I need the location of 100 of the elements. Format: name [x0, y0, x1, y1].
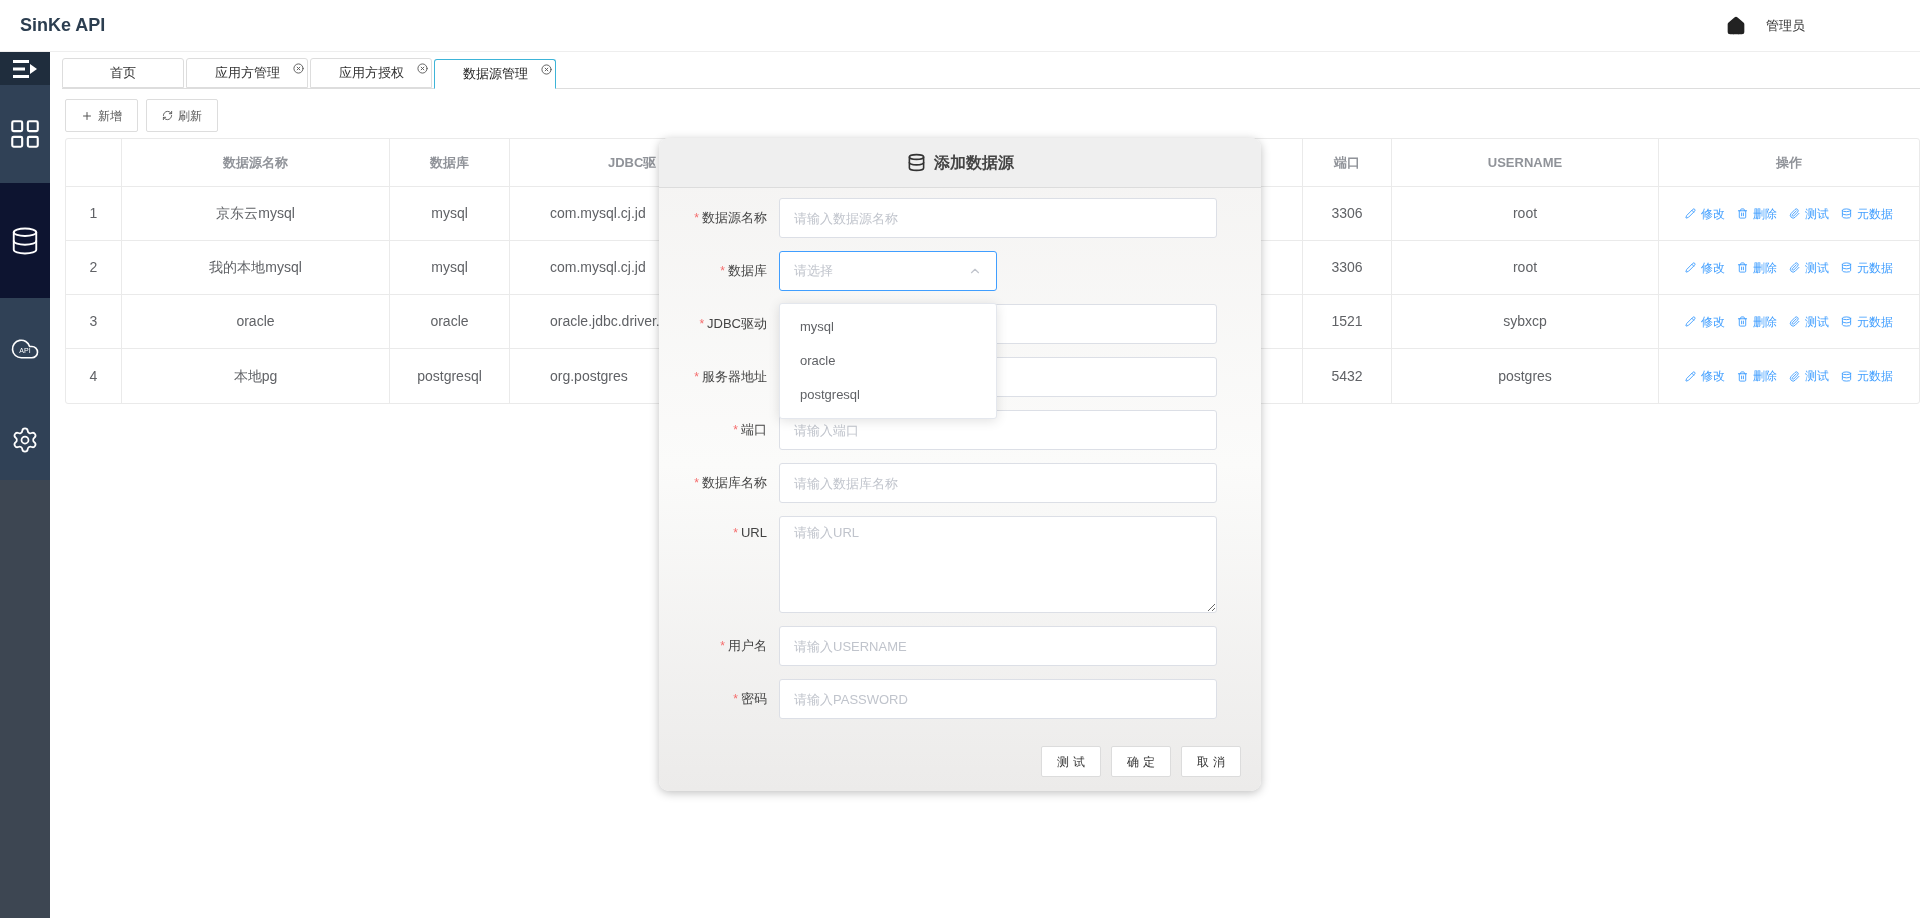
field-label: 数据库 [728, 262, 767, 281]
tab[interactable]: 应用方授权 [310, 58, 432, 88]
pencil-icon [1685, 262, 1696, 273]
dropdown-option[interactable]: mysql [780, 310, 996, 344]
input-field[interactable]: 请输入USERNAME [779, 626, 1217, 666]
table-cell-text: 2 [89, 258, 98, 277]
column-header: 数据源名称 [223, 153, 288, 172]
table-cell-text: 3 [89, 312, 98, 331]
tab[interactable]: 数据源管理 [434, 59, 556, 89]
plus-icon [81, 109, 93, 122]
action-link[interactable]: 元数据 [1841, 204, 1893, 223]
sidebar-item[interactable] [0, 85, 50, 183]
field-label: 端口 [741, 421, 767, 440]
toolbar-button[interactable]: 刷新 [146, 99, 218, 132]
trash-icon [1737, 370, 1748, 382]
column-header: 数据库 [430, 153, 469, 172]
field-label: 密码 [741, 690, 767, 709]
field-label: 用户名 [728, 637, 767, 656]
refresh-icon [162, 110, 173, 121]
required-mark: * [694, 369, 699, 386]
action-link[interactable]: 修改 [1685, 258, 1725, 277]
dropdown-option[interactable]: postgresql [780, 378, 996, 412]
close-icon[interactable] [293, 63, 304, 74]
table-cell-text: 本地pg [233, 366, 278, 386]
field-label: URL [741, 524, 767, 543]
action-link[interactable]: 元数据 [1841, 258, 1893, 277]
table-cell-text: oracle.jdbc.driver. [550, 312, 660, 331]
select-placeholder: 请选择 [794, 262, 833, 281]
required-mark: * [720, 638, 725, 655]
action-link[interactable]: 删除 [1737, 367, 1777, 385]
database-icon [1841, 316, 1852, 327]
column-header: 操作 [1776, 153, 1802, 172]
table-cell-text: org.postgres [550, 366, 628, 386]
column-header: USERNAME [1487, 153, 1563, 172]
sidebar-item[interactable] [0, 183, 50, 298]
table-cell-text: 京东云mysql [216, 204, 295, 223]
close-icon[interactable] [417, 63, 428, 74]
tab[interactable]: 首页 [62, 58, 184, 88]
dialog-button[interactable]: 确 定 [1111, 746, 1171, 777]
paperclip-icon [1789, 208, 1800, 219]
action-link[interactable]: 修改 [1685, 312, 1725, 331]
tab[interactable]: 应用方管理 [186, 58, 308, 88]
table-cell-text: postgres [1498, 366, 1552, 386]
required-mark: * [733, 422, 738, 439]
field-label: JDBC驱动 [707, 315, 767, 334]
action-link[interactable]: 删除 [1737, 312, 1777, 331]
paperclip-icon [1789, 316, 1800, 327]
action-link[interactable]: 测试 [1789, 258, 1829, 277]
action-link[interactable]: 修改 [1685, 204, 1725, 223]
sidebar-item[interactable] [0, 400, 50, 480]
table-cell-text: sybxcp [1503, 312, 1547, 331]
table-cell-text: mysql [431, 204, 468, 223]
close-icon[interactable] [541, 64, 552, 75]
select-field[interactable]: 请选择 [779, 251, 997, 291]
table-cell-text: oracle [430, 312, 469, 331]
input-field[interactable]: 请输入PASSWORD [779, 679, 1217, 719]
table-cell-text: 1521 [1331, 312, 1363, 331]
action-link[interactable]: 测试 [1789, 312, 1829, 331]
field-label: 数据库名称 [702, 474, 767, 493]
database-icon [1841, 208, 1852, 219]
menu-toggle-icon [11, 58, 39, 79]
action-link[interactable]: 删除 [1737, 258, 1777, 277]
dialog-button[interactable]: 测 试 [1041, 746, 1101, 777]
action-link[interactable]: 测试 [1789, 367, 1829, 385]
action-link[interactable]: 元数据 [1841, 312, 1893, 331]
table-cell-text: com.mysql.cj.jd [550, 204, 646, 223]
action-link[interactable]: 删除 [1737, 204, 1777, 223]
database-icon [1841, 370, 1852, 382]
dialog-button[interactable]: 取 消 [1181, 746, 1241, 777]
table-cell-text: oracle [236, 312, 275, 331]
paperclip-icon [1789, 262, 1800, 273]
column-header: JDBC驱 [608, 153, 657, 172]
action-link[interactable]: 测试 [1789, 204, 1829, 223]
action-link[interactable]: 修改 [1685, 367, 1725, 385]
menu-toggle-button[interactable] [0, 52, 50, 85]
required-mark: * [733, 525, 738, 542]
input-field[interactable]: 请输入数据库名称 [779, 463, 1217, 503]
dropdown-option[interactable]: oracle [780, 344, 996, 378]
database-icon [1841, 262, 1852, 273]
url-textarea[interactable]: 请输入URL [779, 516, 1217, 613]
database-icon [906, 153, 926, 172]
home-icon[interactable] [1726, 15, 1746, 36]
action-link[interactable]: 元数据 [1841, 367, 1893, 385]
column-header: 端口 [1334, 153, 1360, 172]
toolbar-button[interactable]: 新增 [65, 99, 138, 132]
field-label: 数据源名称 [702, 209, 767, 228]
table-cell-text: root [1512, 258, 1538, 277]
pencil-icon [1685, 370, 1696, 382]
trash-icon [1737, 208, 1748, 219]
paperclip-icon [1789, 370, 1800, 382]
required-mark: * [699, 316, 705, 333]
table-cell-text: 我的本地mysql [209, 258, 302, 277]
required-mark: * [733, 691, 738, 708]
table-cell-text: 3306 [1331, 204, 1363, 223]
user-name[interactable]: 管理员 [1766, 15, 1805, 36]
input-field[interactable]: 请输入数据源名称 [779, 198, 1217, 238]
required-mark: * [694, 210, 699, 227]
settings-icon [11, 426, 39, 454]
table-cell-text: mysql [431, 258, 468, 277]
field-label: 服务器地址 [702, 368, 767, 387]
